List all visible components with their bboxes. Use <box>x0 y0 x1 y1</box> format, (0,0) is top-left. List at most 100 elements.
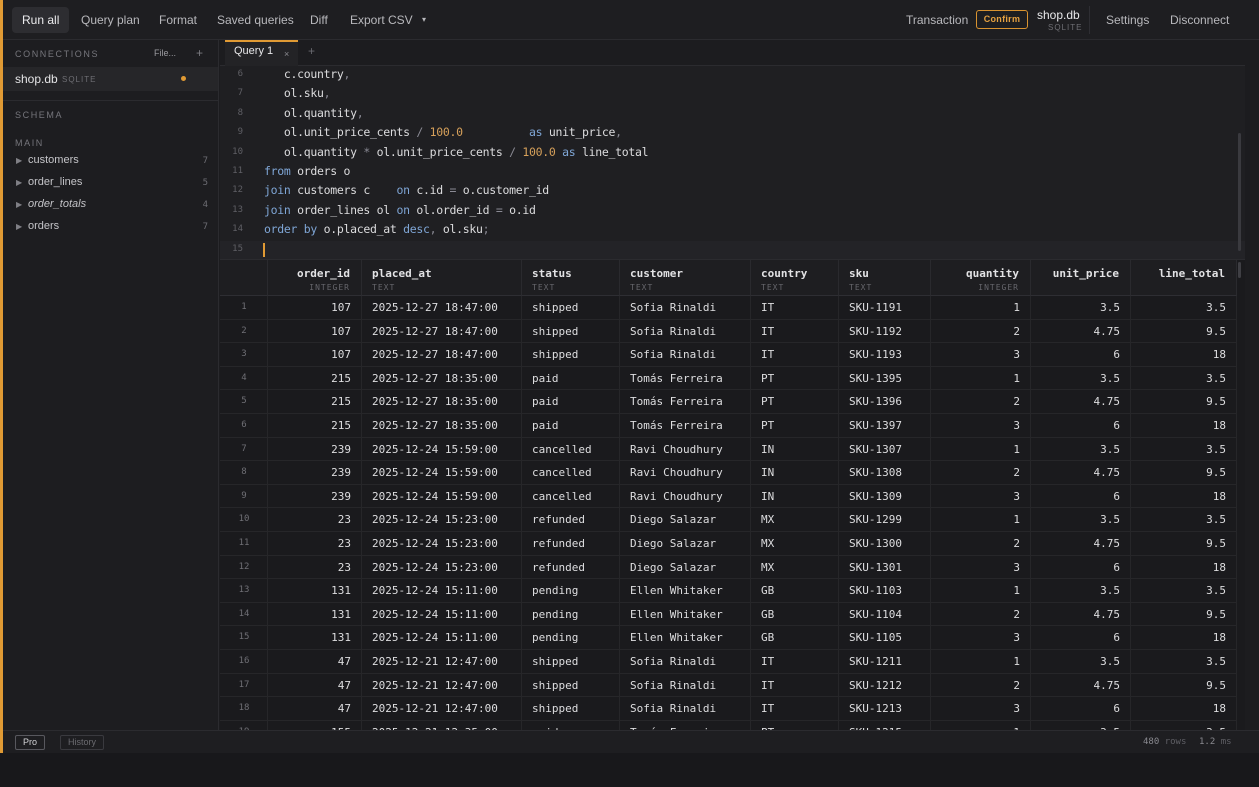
connection-item[interactable]: shop.db SQLITE <box>3 67 218 91</box>
cell-line-total[interactable]: 9.5 <box>1131 603 1226 626</box>
cell-sku[interactable]: SKU-1215 <box>849 721 929 730</box>
cell-unit-price[interactable]: 6 <box>1031 343 1120 366</box>
cell-quantity[interactable]: 3 <box>931 556 1020 579</box>
diff-button[interactable]: Diff <box>310 7 328 33</box>
cell-line-total[interactable]: 18 <box>1131 343 1226 366</box>
cell-placed-at[interactable]: 2025-12-21 12:35:00 <box>372 721 520 730</box>
cell-customer[interactable]: Tomás Ferreira <box>630 721 749 730</box>
column-header-placed-at[interactable]: placed_at TEXT <box>362 260 522 296</box>
cell-customer[interactable]: Ellen Whitaker <box>630 626 749 649</box>
cell-status[interactable]: cancelled <box>532 461 618 484</box>
cell-status[interactable]: shipped <box>532 674 618 697</box>
column-header-quantity[interactable]: quantity INTEGER <box>931 260 1031 296</box>
cell-country[interactable]: GB <box>761 626 837 649</box>
cell-country[interactable]: IT <box>761 343 837 366</box>
cell-sku[interactable]: SKU-1396 <box>849 390 929 413</box>
cell-placed-at[interactable]: 2025-12-27 18:47:00 <box>372 320 520 343</box>
tab-query-1[interactable]: Query 1 × <box>225 40 298 66</box>
column-header-unit-price[interactable]: unit_price <box>1031 260 1131 296</box>
cell-placed-at[interactable]: 2025-12-21 12:47:00 <box>372 674 520 697</box>
cell-line-total[interactable]: 18 <box>1131 485 1226 508</box>
editor-scrollbar[interactable] <box>1238 133 1241 251</box>
table-row[interactable]: 2 107 2025-12-27 18:47:00 shipped Sofia Rina… <box>220 320 1237 344</box>
table-row[interactable]: 6 215 2025-12-27 18:35:00 paid Tomás Ferreir… <box>220 414 1237 438</box>
cell-sku[interactable]: SKU-1192 <box>849 320 929 343</box>
pro-badge[interactable]: Pro <box>15 735 46 750</box>
cell-line-total[interactable]: 18 <box>1131 697 1226 720</box>
cell-country[interactable]: IN <box>761 438 837 461</box>
open-file-button[interactable]: File... <box>154 48 176 58</box>
cell-status[interactable]: paid <box>532 367 618 390</box>
cell-country[interactable]: PT <box>761 367 837 390</box>
cell-sku[interactable]: SKU-1300 <box>849 532 929 555</box>
table-row[interactable]: 4 215 2025-12-27 18:35:00 paid Tomás Ferreir… <box>220 367 1237 391</box>
cell-quantity[interactable]: 2 <box>931 320 1020 343</box>
code-line[interactable]: 14 order by o.placed_at desc, ol.sku; <box>220 221 1245 240</box>
column-header-order-id[interactable]: order_id INTEGER <box>268 260 362 296</box>
history-button[interactable]: History <box>60 735 105 750</box>
view-item-order-totals[interactable]: ▶ order_totals 4 <box>3 196 218 216</box>
code-line[interactable]: 15 <box>220 240 1245 259</box>
cell-status[interactable]: paid <box>532 414 618 437</box>
cell-placed-at[interactable]: 2025-12-27 18:35:00 <box>372 414 520 437</box>
cell-country[interactable]: IT <box>761 674 837 697</box>
cell-order-id[interactable]: 239 <box>268 485 351 508</box>
cell-placed-at[interactable]: 2025-12-21 12:47:00 <box>372 697 520 720</box>
table-row[interactable]: 7 239 2025-12-24 15:59:00 cancelled Ravi Cho… <box>220 438 1237 462</box>
cell-quantity[interactable]: 2 <box>931 674 1020 697</box>
table-row[interactable]: 14 131 2025-12-24 15:11:00 pending Ellen Whi… <box>220 603 1237 627</box>
table-row[interactable]: 12 23 2025-12-24 15:23:00 refunded Diego Sal… <box>220 556 1237 580</box>
cell-order-id[interactable]: 131 <box>268 579 351 602</box>
cell-order-id[interactable]: 131 <box>268 603 351 626</box>
expand-caret-icon[interactable]: ▶ <box>16 156 22 165</box>
table-item-orders[interactable]: ▶ orders 7 <box>3 218 218 238</box>
cell-unit-price[interactable]: 3.5 <box>1031 367 1120 390</box>
query-plan-button[interactable]: Query plan <box>81 7 140 33</box>
cell-country[interactable]: MX <box>761 508 837 531</box>
cell-status[interactable]: pending <box>532 579 618 602</box>
cell-unit-price[interactable]: 3.5 <box>1031 438 1120 461</box>
sql-editor[interactable]: 6 c.country, 7 ol.sku, 8 ol.quantity, 9 ol.… <box>220 66 1245 259</box>
cell-country[interactable]: IN <box>761 485 837 508</box>
cell-country[interactable]: IT <box>761 320 837 343</box>
cell-quantity[interactable]: 1 <box>931 721 1020 730</box>
cell-placed-at[interactable]: 2025-12-27 18:35:00 <box>372 390 520 413</box>
code-line[interactable]: 6 c.country, <box>220 66 1245 85</box>
cell-status[interactable]: refunded <box>532 508 618 531</box>
cell-country[interactable]: GB <box>761 579 837 602</box>
cell-country[interactable]: MX <box>761 532 837 555</box>
cell-quantity[interactable]: 2 <box>931 603 1020 626</box>
cell-status[interactable]: pending <box>532 603 618 626</box>
cell-order-id[interactable]: 155 <box>268 721 351 730</box>
cell-unit-price[interactable]: 3.5 <box>1031 721 1120 730</box>
cell-placed-at[interactable]: 2025-12-24 15:59:00 <box>372 485 520 508</box>
cell-quantity[interactable]: 1 <box>931 438 1020 461</box>
cell-customer[interactable]: Tomás Ferreira <box>630 367 749 390</box>
cell-order-id[interactable]: 47 <box>268 650 351 673</box>
cell-customer[interactable]: Ravi Choudhury <box>630 461 749 484</box>
cell-status[interactable]: refunded <box>532 532 618 555</box>
cell-customer[interactable]: Tomás Ferreira <box>630 390 749 413</box>
confirm-button[interactable]: Confirm <box>976 10 1028 29</box>
cell-customer[interactable]: Ravi Choudhury <box>630 438 749 461</box>
new-tab-button[interactable]: + <box>308 44 315 58</box>
cell-line-total[interactable]: 18 <box>1131 556 1226 579</box>
cell-sku[interactable]: SKU-1105 <box>849 626 929 649</box>
table-row[interactable]: 8 239 2025-12-24 15:59:00 cancelled Ravi Cho… <box>220 461 1237 485</box>
cell-placed-at[interactable]: 2025-12-24 15:59:00 <box>372 438 520 461</box>
cell-sku[interactable]: SKU-1193 <box>849 343 929 366</box>
cell-unit-price[interactable]: 3.5 <box>1031 296 1120 319</box>
cell-quantity[interactable]: 3 <box>931 626 1020 649</box>
cell-sku[interactable]: SKU-1212 <box>849 674 929 697</box>
code-line[interactable]: 8 ol.quantity, <box>220 105 1245 124</box>
cell-placed-at[interactable]: 2025-12-27 18:47:00 <box>372 343 520 366</box>
cell-order-id[interactable]: 47 <box>268 674 351 697</box>
cell-country[interactable]: IT <box>761 296 837 319</box>
cell-unit-price[interactable]: 6 <box>1031 414 1120 437</box>
cell-status[interactable]: shipped <box>532 697 618 720</box>
cell-unit-price[interactable]: 4.75 <box>1031 674 1121 697</box>
table-row[interactable]: 3 107 2025-12-27 18:47:00 shipped Sofia Rina… <box>220 343 1237 367</box>
cell-customer[interactable]: Sofia Rinaldi <box>630 296 749 319</box>
cell-customer[interactable]: Tomás Ferreira <box>630 414 749 437</box>
column-header-status[interactable]: status TEXT <box>522 260 620 296</box>
